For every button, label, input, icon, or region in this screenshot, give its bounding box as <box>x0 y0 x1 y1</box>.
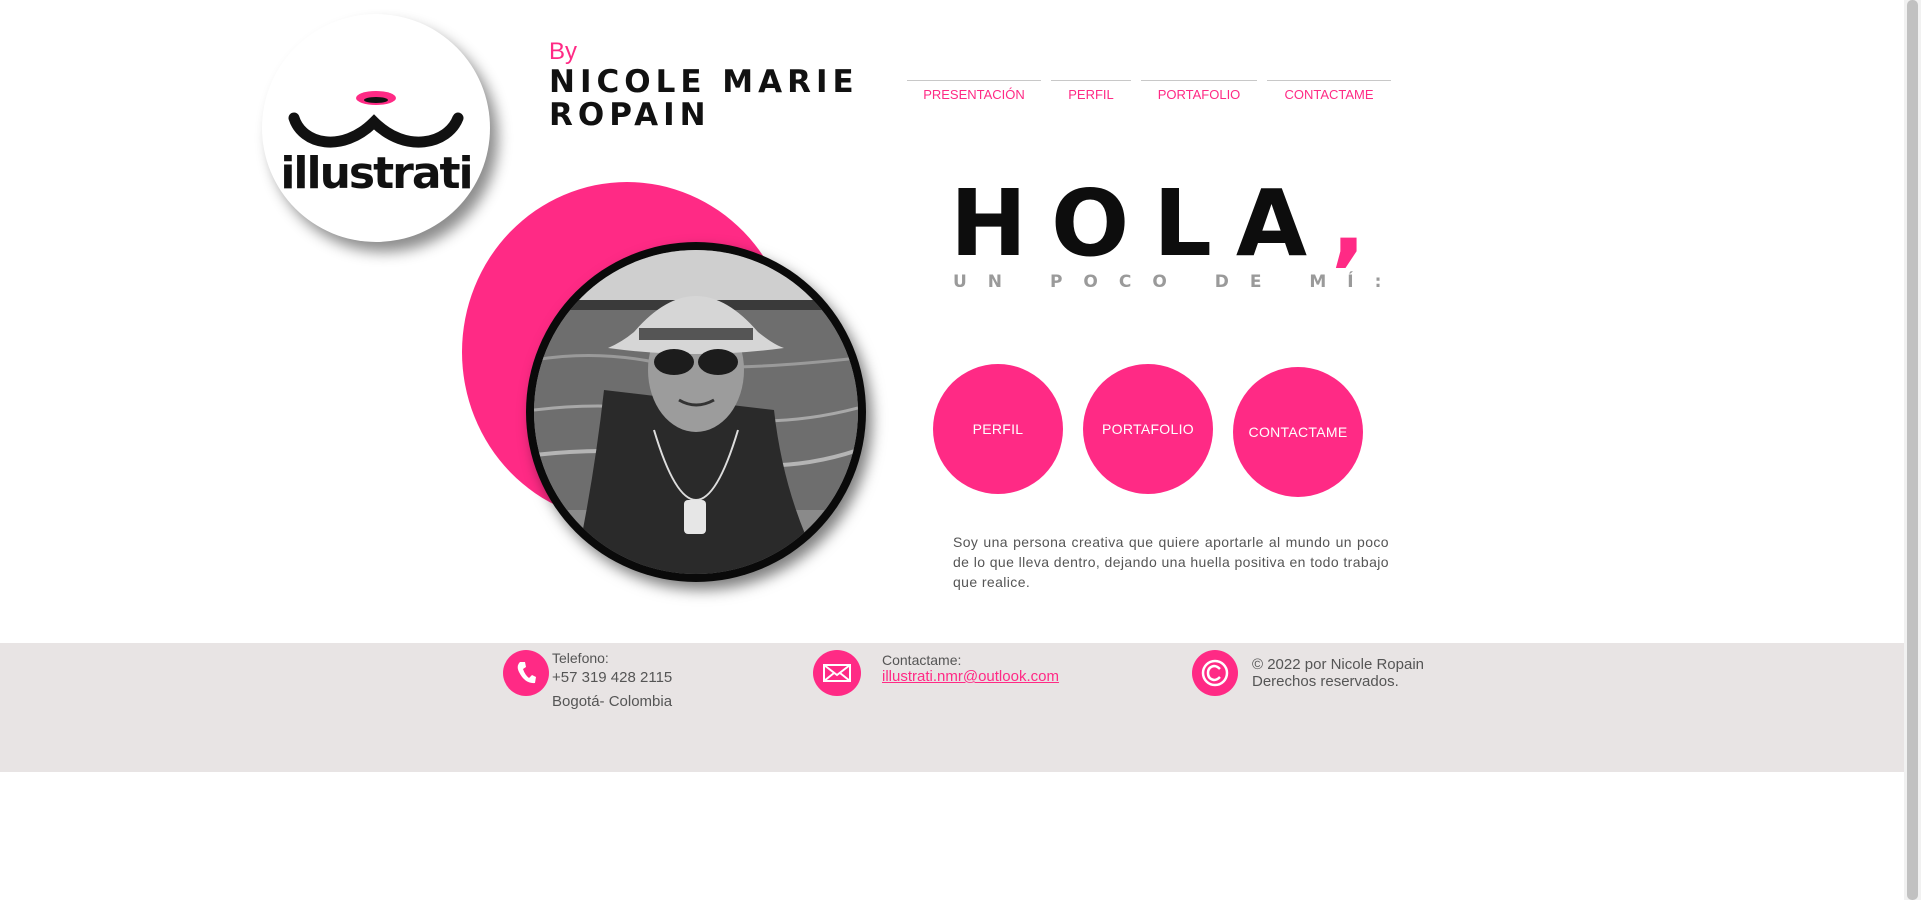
main-nav: PRESENTACIÓN PERFIL PORTAFOLIO CONTACTAM… <box>907 80 1391 110</box>
by-label: By <box>549 38 578 65</box>
nav-contactame[interactable]: CONTACTAME <box>1267 80 1391 110</box>
page-scrollbar-thumb[interactable] <box>1907 0 1918 900</box>
contact-label: Contactame: <box>882 652 962 668</box>
footer-contact-block: Contactame: illustrati.nmr@outlook.com <box>882 652 1059 685</box>
profile-photo <box>526 242 866 582</box>
phone-number: +57 319 428 2115 <box>552 669 673 686</box>
footer-phone-block: Telefono: +57 319 428 2115 Bogotá- Colom… <box>552 650 672 714</box>
author-name: NICOLE MARIE ROPAIN <box>549 66 859 132</box>
author-name-line1: NICOLE MARIE <box>549 64 859 100</box>
contactame-button[interactable]: CONTACTAME <box>1233 367 1363 497</box>
bio-text: Soy una persona creativa que quiere apor… <box>953 534 1389 590</box>
nav-perfil[interactable]: PERFIL <box>1051 80 1131 110</box>
phone-icon <box>503 650 549 696</box>
location-text: Bogotá- Colombia <box>552 693 673 710</box>
perfil-button[interactable]: PERFIL <box>933 364 1063 494</box>
mail-icon <box>813 650 861 696</box>
footer-copyright-block: © 2022 por Nicole Ropain Derechos reserv… <box>1252 656 1424 690</box>
copyright-text: © 2022 por Nicole Ropain <box>1252 656 1424 673</box>
cat-lips-logo-icon <box>288 91 464 148</box>
copyright-icon <box>1192 650 1238 696</box>
logo-text: illustrati <box>280 148 473 199</box>
nav-portafolio[interactable]: PORTAFOLIO <box>1141 80 1257 110</box>
email-link[interactable]: illustrati.nmr@outlook.com <box>882 668 1059 685</box>
author-name-line2: ROPAIN <box>549 97 711 133</box>
hero-greeting-text: HOLA <box>950 170 1332 277</box>
hero-comma: , <box>1331 170 1366 277</box>
hero-greeting: HOLA, <box>950 170 1366 277</box>
portafolio-button[interactable]: PORTAFOLIO <box>1083 364 1213 494</box>
phone-label: Telefono: <box>552 650 609 666</box>
hero-subtitle: UN POCO DE MÍ: <box>953 272 1403 292</box>
rights-text: Derechos reservados. <box>1252 673 1399 690</box>
logo-circle[interactable] <box>262 14 490 242</box>
nav-presentacion[interactable]: PRESENTACIÓN <box>907 80 1041 110</box>
profile-photo-image <box>534 250 858 574</box>
